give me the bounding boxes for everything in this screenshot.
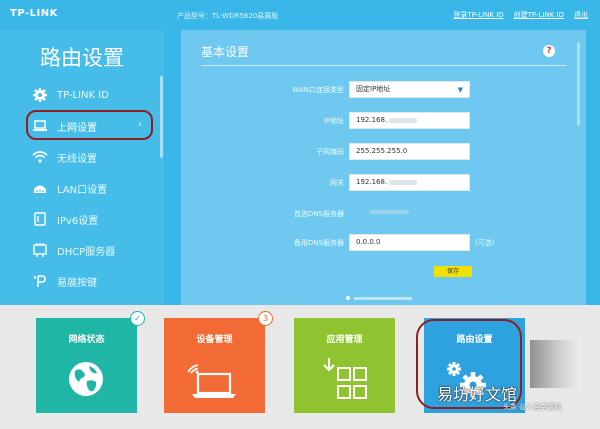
tile-label: 设备管理 <box>196 335 233 345</box>
subnet-mask-value: 255.255.255.0 <box>356 147 408 155</box>
form-row-secondary-dns: 备用DNS服务器 0.0.0.0 (可选) <box>181 233 586 253</box>
sidebar-item-label: LAN口设置 <box>57 185 108 196</box>
tile-app-management[interactable]: 应用管理 <box>294 318 395 413</box>
gateway-value: 192.168. <box>356 178 388 186</box>
ip-value: 192.168. <box>356 116 388 124</box>
dhcp-icon <box>33 243 47 257</box>
top-bar: TP-LINK 产品型号：TL-WDR5620易展版 登录TP-LINK ID … <box>0 0 600 30</box>
blurred-photo <box>530 340 582 388</box>
secondary-dns-input[interactable]: 0.0.0.0 <box>349 234 470 251</box>
ip-address-input[interactable]: 192.168. <box>349 112 470 129</box>
panel-scrollbar[interactable] <box>577 42 580 126</box>
wan-type-value: 固定IP地址 <box>356 85 391 93</box>
redaction-mark <box>369 210 409 214</box>
optional-note: (可选) <box>475 239 495 247</box>
device-count-badge: 3 <box>258 311 273 326</box>
tile-network-status[interactable]: 网络状态 ✓ <box>36 311 145 413</box>
form-row-wan-type: WAN口连接类型 固定IP地址 ▼ <box>181 80 586 100</box>
account-links: 登录TP-LINK ID 创建TP-LINK ID 退出 <box>453 10 588 20</box>
tile-device-management[interactable]: 设备管理 3 <box>164 311 273 413</box>
sidebar-item-dhcp[interactable]: DHCP服务器 <box>0 235 164 266</box>
gear-icon <box>33 88 47 102</box>
secondary-dns-label: 备用DNS服务器 <box>293 239 344 247</box>
sidebar-scrollbar[interactable] <box>160 76 163 158</box>
form-row-ip: IP地址 192.168. <box>181 111 586 131</box>
router-icon <box>34 185 46 193</box>
secondary-dns-value: 0.0.0.0 <box>356 238 381 246</box>
brand-logo: TP-LINK <box>10 8 58 19</box>
subnet-mask-label: 子网掩码 <box>316 148 344 156</box>
sidebar-item-label: 无线设置 <box>57 154 97 165</box>
wifi-icon <box>32 151 48 163</box>
ipv6-icon <box>34 212 46 226</box>
form-row-gateway: 网关 192.168. <box>181 173 586 193</box>
indicator-bar <box>354 296 412 300</box>
save-button[interactable]: 保存 <box>434 266 472 277</box>
sidebar-item-label: IPv6设置 <box>57 216 99 227</box>
indicator-dot <box>346 296 350 300</box>
apps-grid-icon <box>323 358 367 399</box>
subnet-mask-input[interactable]: 255.255.255.0 <box>349 143 470 160</box>
logout-link[interactable]: 退出 <box>574 10 588 20</box>
laptop-wifi-icon <box>187 364 236 398</box>
redaction-mark <box>389 179 418 185</box>
sidebar-item-ipv6[interactable]: IPv6设置 <box>0 204 164 235</box>
sidebar-item-wireless[interactable]: 无线设置 <box>0 142 164 173</box>
sidebar-item-easy-extend[interactable]: 易展按键 <box>0 266 164 297</box>
form-row-primary-dns: 首选DNS服务器 <box>181 204 586 224</box>
gateway-input[interactable]: 192.168. <box>349 174 470 191</box>
panel-title: 基本设置 <box>201 45 250 59</box>
check-icon: ✓ <box>130 311 145 326</box>
login-link[interactable]: 登录TP-LINK ID <box>453 10 503 20</box>
button-icon <box>34 275 46 287</box>
globe-icon <box>69 362 103 396</box>
ip-label: IP地址 <box>323 117 344 125</box>
sidebar-item-label: TP-LINK ID <box>57 90 109 101</box>
primary-dns-label: 首选DNS服务器 <box>293 210 344 218</box>
help-icon[interactable]: ? <box>543 45 555 57</box>
form-row-mask: 子网掩码 255.255.255.0 <box>181 142 586 162</box>
highlight-ring-internet <box>26 110 153 140</box>
title-divider <box>201 65 566 66</box>
basic-settings-panel: 基本设置 ? WAN口连接类型 固定IP地址 ▼ IP地址 192.168. 子… <box>181 30 586 305</box>
tile-label: 应用管理 <box>326 335 363 345</box>
router-admin-app: TP-LINK 产品型号：TL-WDR5620易展版 登录TP-LINK ID … <box>0 0 600 429</box>
sidebar-item-lan[interactable]: LAN口设置 <box>0 173 164 204</box>
create-id-link[interactable]: 创建TP-LINK ID <box>514 10 564 20</box>
sidebar-item-label: 易展按键 <box>57 278 97 289</box>
sidebar-item-tplink-id[interactable]: TP-LINK ID <box>0 80 164 111</box>
sidebar-item-label: DHCP服务器 <box>57 247 116 258</box>
page-indicator <box>346 296 412 300</box>
redaction-mark <box>389 117 418 123</box>
primary-dns-input[interactable] <box>349 205 470 222</box>
watermark-credit: 头条 @人自学装机 <box>503 403 562 411</box>
wan-type-label: WAN口连接类型 <box>292 86 344 94</box>
chevron-down-icon: ▼ <box>457 86 463 94</box>
tile-label: 网络状态 <box>68 335 105 345</box>
sidebar-title: 路由设置 <box>40 46 124 70</box>
product-model: 产品型号：TL-WDR5620易展版 <box>177 12 279 20</box>
gateway-label: 网关 <box>330 179 344 187</box>
wan-type-select[interactable]: 固定IP地址 ▼ <box>349 81 470 98</box>
sidebar: 路由设置 TP-LINK ID 上网设置 › 无线设置 LAN口设置 IPv6设… <box>0 30 164 305</box>
